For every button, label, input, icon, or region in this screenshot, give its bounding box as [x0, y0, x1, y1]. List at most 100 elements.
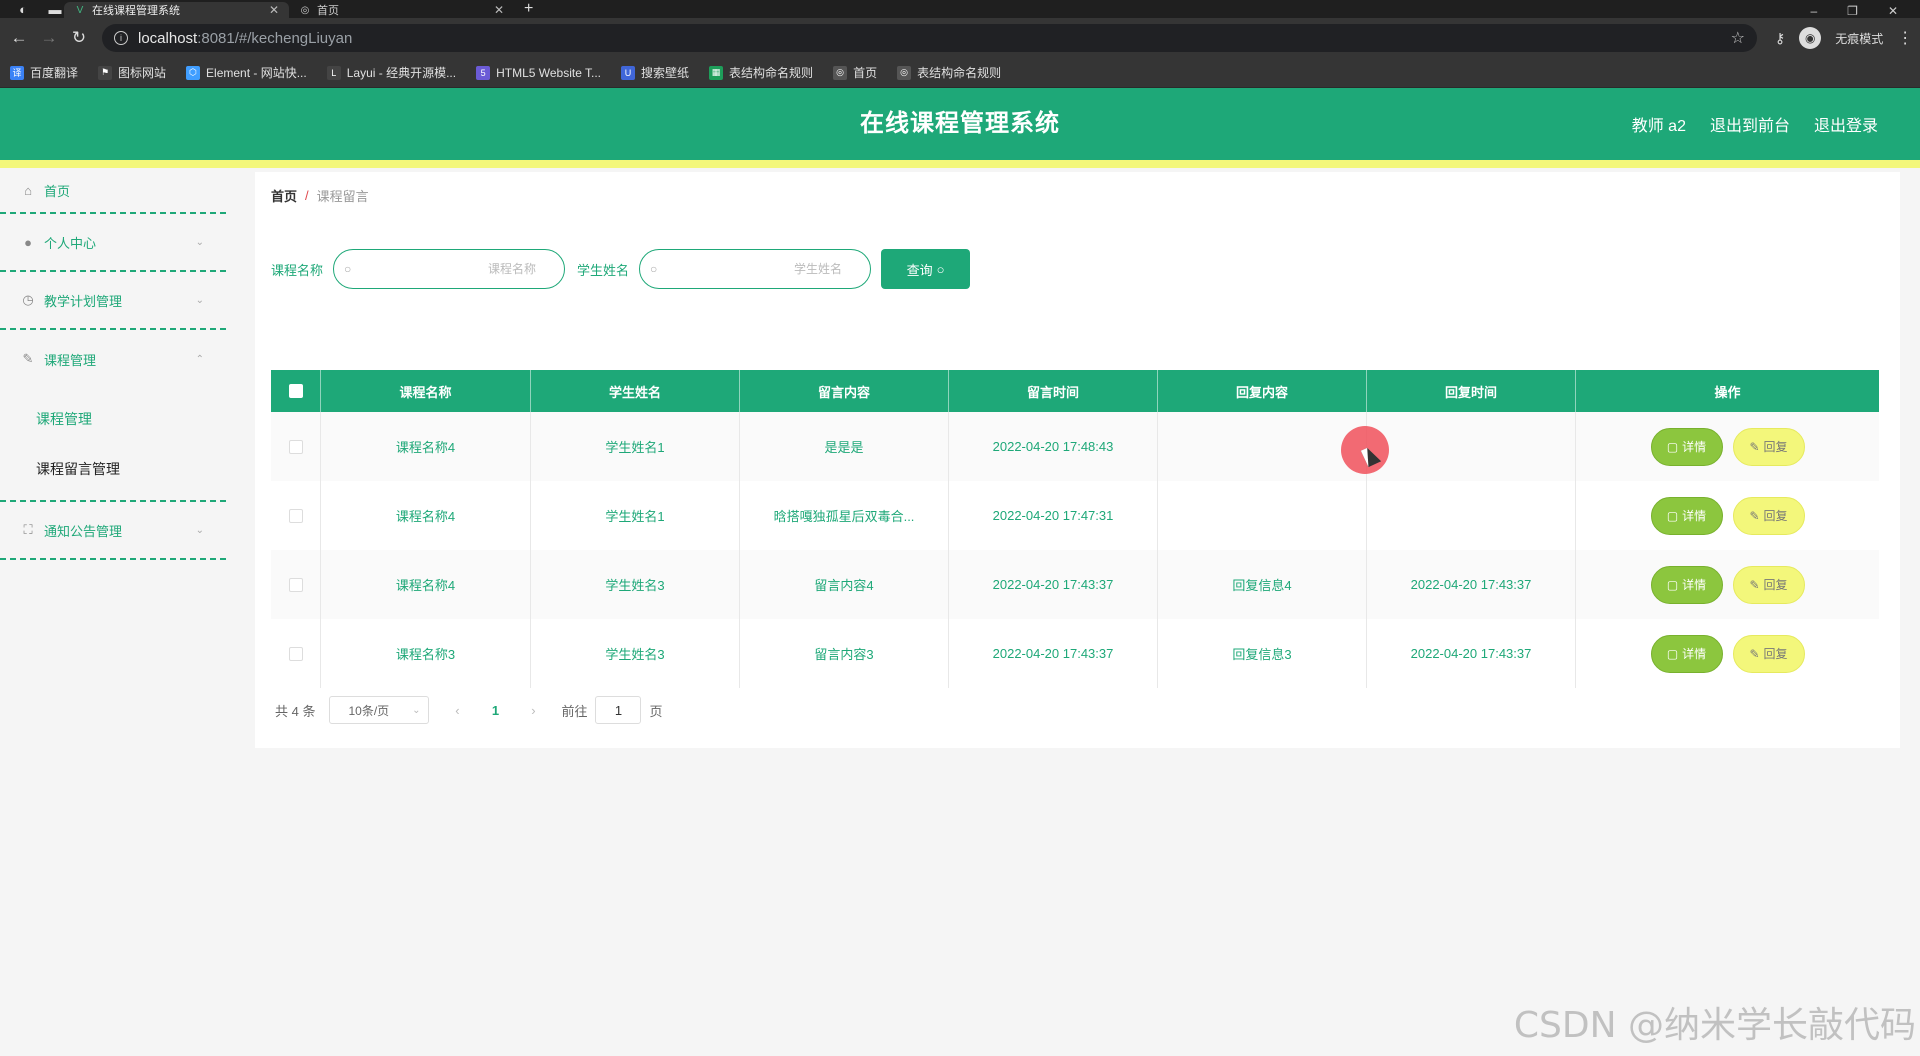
tab-title: 在线课程管理系统	[92, 5, 180, 17]
cell-reply: 回复信息4	[1158, 550, 1367, 619]
sidebar-subitem-course[interactable]: 课程管理	[0, 394, 226, 444]
goto-page-input[interactable]: 1	[595, 696, 642, 724]
sidebar-item-label: 个人中心	[44, 235, 97, 251]
bookmark-item[interactable]: U 搜索壁纸	[621, 64, 689, 81]
row-checkbox[interactable]	[288, 508, 303, 523]
bookmark-item[interactable]: 5 HTML5 Website T...	[476, 65, 602, 80]
sidebar-item-home[interactable]: ⌂ 首页	[0, 168, 226, 214]
column-header: 学生姓名	[531, 370, 740, 412]
window-close-icon[interactable]: ✕	[1888, 4, 1898, 18]
close-icon[interactable]: ✕	[269, 3, 279, 17]
minimize-icon[interactable]: –	[1810, 4, 1817, 18]
cell-course: 课程名称3	[321, 619, 531, 688]
page-size-select[interactable]: 10条/页 ⌄	[329, 696, 430, 724]
reply-button-label: 回复	[1763, 509, 1788, 523]
cell-student: 学生姓名3	[531, 550, 740, 619]
globe-icon: ◎	[897, 65, 912, 80]
bookmark-label: HTML5 Website T...	[496, 65, 602, 80]
course-name-input-wrapper[interactable]: ○	[333, 249, 566, 289]
table-row: 课程名称3 学生姓名3 留言内容3 2022-04-20 17:43:37 回复信息3 2…	[271, 619, 1879, 688]
goto-label: 前往	[561, 703, 588, 719]
sidebar: ⌂ 首页 ● 个人中心 ⌄ ◷ 教学计划管理 ⌄ ✎ 课程管理 ⌃ 课程管理 课…	[0, 168, 226, 1056]
reply-button[interactable]: ✎ 回复	[1732, 496, 1805, 535]
logout-link[interactable]: 退出登录	[1814, 112, 1878, 136]
next-page-icon[interactable]: ›	[519, 703, 547, 718]
reply-button[interactable]: ✎ 回复	[1732, 634, 1805, 673]
close-icon[interactable]: ✕	[494, 3, 504, 17]
course-name-input[interactable]	[359, 262, 555, 276]
cell-content: 留言内容3	[740, 619, 949, 688]
student-name-input[interactable]	[665, 262, 861, 276]
bookmark-item[interactable]: ▦ 表结构命名规则	[709, 64, 813, 81]
detail-button[interactable]: ▢ 详情	[1650, 634, 1723, 673]
to-front-link[interactable]: 退出到前台	[1710, 112, 1790, 136]
table-body: 课程名称4 学生姓名1 是是是 2022-04-20 17:48:43 ▢ 详情 ✎ 回复 课程…	[271, 412, 1879, 688]
menu-dots-icon[interactable]: ⋮	[1897, 28, 1913, 48]
page-size-value: 10条/页	[348, 703, 390, 718]
tab-search-icon[interactable]: ▬	[46, 0, 64, 18]
select-all-checkbox[interactable]	[288, 384, 303, 398]
prev-page-icon[interactable]: ‹	[443, 703, 471, 718]
back-icon[interactable]: ←	[4, 28, 34, 48]
bookmark-item[interactable]: ⬡ Element - 网站快...	[186, 64, 307, 81]
detail-button[interactable]: ▢ 详情	[1650, 565, 1723, 604]
sidebar-subitem-course-message[interactable]: 课程留言管理	[0, 444, 226, 494]
cell-reply-time: 2022-04-20 17:43:37	[1367, 619, 1576, 688]
detail-button-label: 详情	[1682, 440, 1707, 454]
detail-button[interactable]: ▢ 详情	[1650, 496, 1723, 535]
cell-content: 留言内容4	[740, 550, 949, 619]
bookmark-item[interactable]: 译百度翻译	[10, 64, 78, 81]
bookmark-label: 表结构命名规则	[729, 66, 814, 80]
layui-icon: L	[326, 65, 341, 80]
sidebar-item-label: 教学计划管理	[44, 293, 123, 309]
bookmark-star-icon[interactable]: ☆	[1731, 28, 1745, 48]
cell-time: 2022-04-20 17:43:37	[949, 550, 1158, 619]
table-row: 课程名称4 学生姓名1 晗搭嘎独孤星后双毒合... 2022-04-20 17:47:…	[271, 481, 1879, 550]
document-icon: ▢	[1666, 646, 1679, 661]
maximize-icon[interactable]: ❐	[1847, 4, 1858, 18]
cell-time: 2022-04-20 17:48:43	[949, 412, 1158, 481]
reply-button[interactable]: ✎ 回复	[1732, 565, 1805, 604]
cell-course: 课程名称4	[321, 481, 531, 550]
browser-tab-active[interactable]: V 在线课程管理系统 ✕	[64, 2, 289, 18]
address-bar[interactable]: i localhost :8081/#/kechengLiuyan ☆	[102, 24, 1757, 52]
wallpaper-icon: U	[621, 65, 636, 80]
translate-icon: 译	[10, 65, 24, 80]
home-icon: ⌂	[24, 182, 32, 198]
new-tab-button[interactable]: +	[514, 0, 543, 18]
edit-icon: ✎	[1749, 577, 1760, 592]
page-number[interactable]: 1	[485, 703, 505, 718]
cell-actions: ▢ 详情 ✎ 回复	[1576, 619, 1879, 688]
bookmark-item[interactable]: ◎ 表结构命名规则	[897, 64, 1001, 81]
sidebar-item-course-mgmt[interactable]: ✎ 课程管理 ⌃	[0, 330, 226, 388]
document-icon: ▢	[1666, 508, 1679, 523]
bookmark-label: 表结构命名规则	[917, 66, 1002, 80]
row-checkbox[interactable]	[288, 439, 303, 454]
row-checkbox[interactable]	[288, 577, 303, 592]
key-icon[interactable]: ⚷	[1775, 30, 1785, 47]
detail-button[interactable]: ▢ 详情	[1650, 427, 1723, 466]
reply-button[interactable]: ✎ 回复	[1732, 427, 1805, 466]
cell-content: 是是是	[740, 412, 949, 481]
breadcrumb-home[interactable]: 首页	[271, 186, 297, 205]
row-checkbox[interactable]	[288, 646, 303, 661]
bookmark-item[interactable]: ⚑ 图标网站	[98, 64, 166, 81]
sidebar-item-notice[interactable]: ⛶ 通知公告管理 ⌄	[0, 502, 226, 560]
table-row: 课程名称4 学生姓名1 是是是 2022-04-20 17:48:43 ▢ 详情 ✎ 回复	[271, 412, 1879, 481]
query-button[interactable]: 查询 ○	[881, 249, 971, 289]
html5-icon: 5	[476, 65, 491, 80]
info-icon[interactable]: i	[114, 31, 128, 45]
sidebar-item-teaching-plan[interactable]: ◷ 教学计划管理 ⌄	[0, 272, 226, 330]
bookmark-item[interactable]: ◎ 首页	[833, 64, 877, 81]
globe-icon: ◎	[833, 65, 848, 80]
bookmark-item[interactable]: L Layui - 经典开源模...	[326, 64, 456, 81]
incognito-icon[interactable]: ◉	[1799, 27, 1822, 49]
globe-icon: ◎	[300, 4, 310, 16]
sidebar-item-personal[interactable]: ● 个人中心 ⌄	[0, 214, 226, 272]
student-name-input-wrapper[interactable]: ○	[639, 249, 872, 289]
browser-tab[interactable]: ◎ 首页 ✕	[289, 2, 514, 18]
table-header: 课程名称 学生姓名 留言内容 留言时间 回复内容 回复时间 操作	[271, 370, 1879, 412]
forward-icon[interactable]: →	[34, 28, 64, 48]
reload-icon[interactable]: ↻	[64, 28, 94, 48]
profile-label[interactable]: 无痕模式	[1835, 30, 1883, 47]
